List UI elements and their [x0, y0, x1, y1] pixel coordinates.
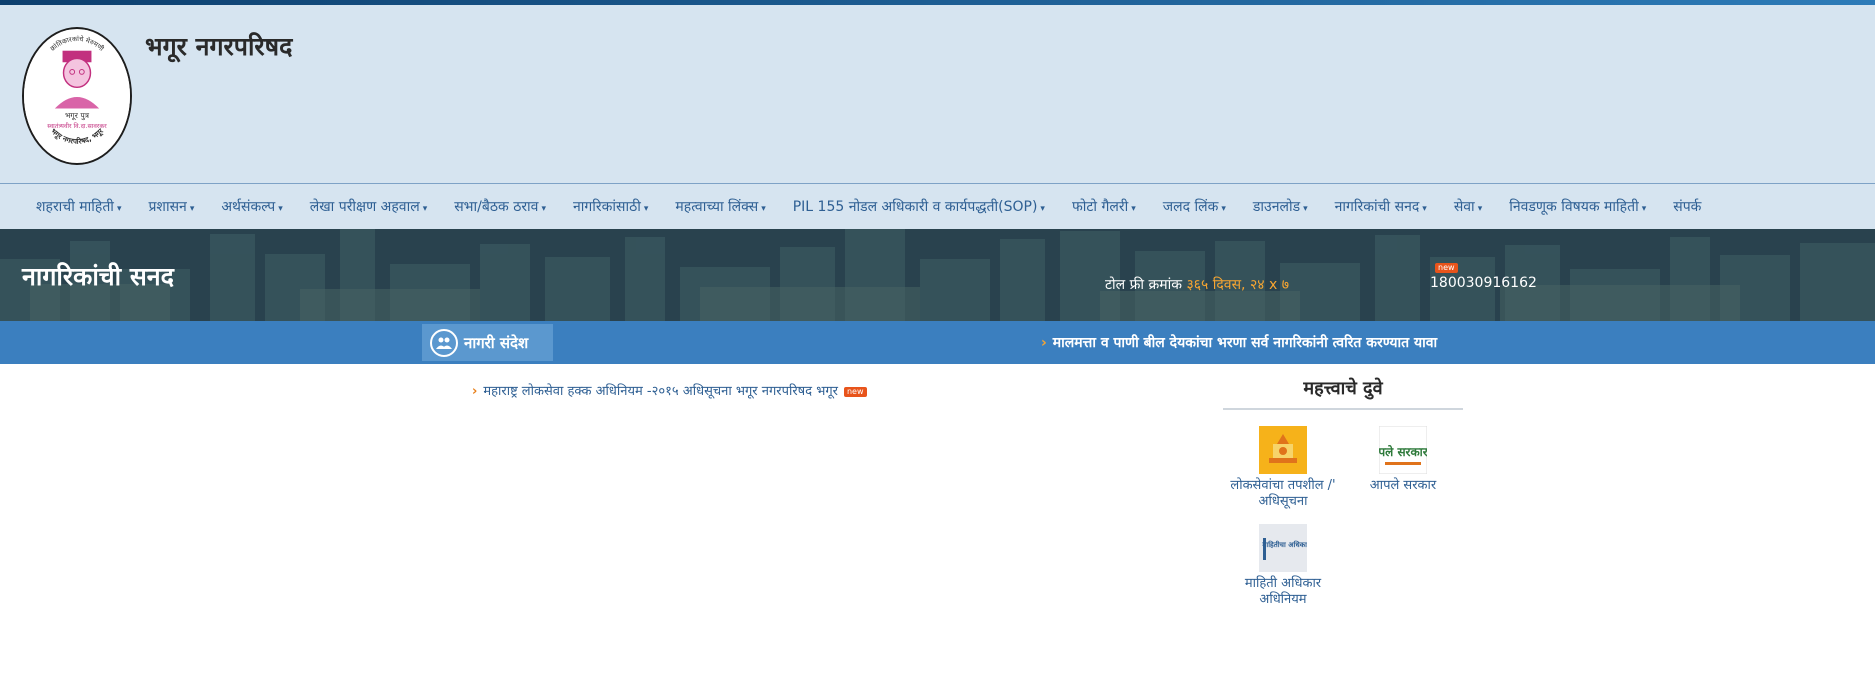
caret-down-icon: ▾	[1040, 204, 1045, 214]
caret-down-icon: ▾	[422, 204, 428, 214]
caret-down-icon: ▾	[1422, 204, 1427, 214]
nav-item[interactable]: संपर्क	[1673, 197, 1701, 216]
nav-item-label: फोटो गैलरी	[1071, 199, 1129, 215]
tollfree-phone-number[interactable]: 180030916162	[1430, 275, 1537, 291]
new-badge: new	[1435, 263, 1458, 273]
ticker-label: नागरी संदेश	[464, 333, 529, 352]
users-icon	[430, 328, 458, 357]
important-link-label: माहिती अधिकार अधिनियम	[1244, 576, 1322, 607]
nav-item-label: प्रशासन	[148, 199, 187, 215]
nav-item[interactable]: जलद लिंक ▾	[1163, 197, 1226, 216]
tollfree-label: टोल फ्री क्रमांक	[1105, 277, 1182, 293]
svg-text:स्वातंत्र्यवीर वि.दा.सावरकर: स्वातंत्र्यवीर वि.दा.सावरकर	[47, 122, 107, 130]
main-content: › महाराष्ट्र लोकसेवा हक्क अधिनियम -२०१५ अ…	[0, 364, 1875, 695]
maharashtra-emblem-icon	[1259, 426, 1307, 474]
ticker-message-text: मालमत्ता व पाणी बील देयकांचा भरणा सर्व न…	[1052, 335, 1438, 351]
svg-text:माहितीचा अधिकार: माहितीचा अधिकार	[1261, 540, 1307, 549]
important-link-rti[interactable]: माहितीचा अधिकार माहिती अधिकार अधिनियम	[1223, 524, 1343, 608]
nav-item[interactable]: PIL 155 नोडल अधिकारी व कार्यपद्धती(SOP) ▾	[793, 197, 1045, 216]
nav-item[interactable]: नागरिकांसाठी ▾	[573, 197, 648, 216]
nav-item[interactable]: नागरिकांची सनद ▾	[1335, 197, 1427, 216]
caret-down-icon: ▾	[189, 204, 195, 214]
ticker-message[interactable]: › मालमत्ता व पाणी बील देयकांचा भरणा सर्व …	[1041, 333, 1437, 352]
nav-item[interactable]: फोटो गैलरी ▾	[1072, 197, 1136, 216]
caret-down-icon: ▾	[1131, 204, 1136, 214]
nav-item-label: लेखा परीक्षण अहवाल	[309, 199, 420, 215]
important-link-label: लोकसेवांचा तपशील /' अधिसूचना	[1230, 478, 1336, 509]
caret-down-icon: ▾	[1641, 204, 1647, 214]
important-links-panel: महत्त्वाचे दुवे लोकसेवांचा तपशील /' अधिस…	[1223, 376, 1463, 608]
notice-list-item[interactable]: › महाराष्ट्र लोकसेवा हक्क अधिनियम -२०१५ अ…	[472, 381, 867, 399]
site-header: क्रांतिकारकांचे मेरुमणी भगूर नगरपरिषद, भ…	[0, 5, 1875, 183]
nav-item-label: सभा/बैठक ठराव	[454, 199, 539, 215]
nav-item-label: PIL 155 नोडल अधिकारी व कार्यपद्धती(SOP)	[792, 199, 1038, 215]
page-hero-banner: नागरिकांची सनद टोल फ्री क्रमांक ३६५ दिवस…	[0, 229, 1875, 321]
nav-item-label: अर्थसंकल्प	[221, 199, 276, 215]
important-link-lokseva[interactable]: लोकसेवांचा तपशील /' अधिसूचना	[1223, 426, 1343, 510]
caret-down-icon: ▾	[643, 204, 649, 214]
caret-down-icon: ▾	[1477, 204, 1483, 214]
tollfree-hours: ३६५ दिवस, २४ x ७	[1186, 277, 1289, 293]
caret-down-icon: ▾	[761, 204, 766, 214]
caret-down-icon: ▾	[541, 204, 546, 214]
caret-down-icon: ▾	[1303, 204, 1308, 214]
chevron-right-icon: ›	[1041, 335, 1047, 351]
site-logo[interactable]: क्रांतिकारकांचे मेरुमणी भगूर नगरपरिषद, भ…	[22, 27, 132, 165]
nav-item-label: संपर्क	[1673, 199, 1702, 215]
nav-item[interactable]: सभा/बैठक ठराव ▾	[454, 197, 546, 216]
nav-item[interactable]: सेवा ▾	[1454, 197, 1482, 216]
nav-item-label: नागरिकांची सनद	[1334, 199, 1420, 215]
page-title: नागरिकांची सनद	[22, 262, 174, 291]
nav-item[interactable]: प्रशासन ▾	[148, 197, 194, 216]
nav-item-label: जलद लिंक	[1162, 199, 1219, 215]
ticker-label-box: नागरी संदेश	[422, 324, 553, 361]
svg-text:भगूर पुत्र: भगूर पुत्र	[65, 111, 90, 121]
nav-item[interactable]: महत्वाच्या लिंक्स ▾	[675, 197, 765, 216]
savarkar-emblem-icon: क्रांतिकारकांचे मेरुमणी भगूर नगरपरिषद, भ…	[24, 29, 130, 163]
caret-down-icon: ▾	[1221, 204, 1226, 214]
nav-item[interactable]: डाउनलोड ▾	[1253, 197, 1308, 216]
nav-item-label: डाउनलोड	[1252, 199, 1301, 215]
svg-text:पले सरकार: पले सरकार	[1379, 445, 1427, 459]
nav-item-label: नागरिकांसाठी	[573, 199, 641, 215]
nav-item-label: महत्वाच्या लिंक्स	[675, 199, 759, 215]
tollfree-info: टोल फ्री क्रमांक ३६५ दिवस, २४ x ७	[1105, 275, 1289, 294]
notice-link[interactable]: महाराष्ट्र लोकसेवा हक्क अधिनियम -२०१५ अध…	[483, 384, 838, 399]
aaple-sarkar-icon: पले सरकार	[1379, 426, 1427, 474]
new-badge: new	[843, 386, 867, 397]
chevron-right-icon: ›	[472, 384, 478, 399]
main-navigation: शहराची माहिती ▾ प्रशासन ▾ अर्थसंकल्प ▾ लेखा पर…	[0, 183, 1875, 229]
rti-icon: माहितीचा अधिकार	[1259, 524, 1307, 572]
city-skyline-background	[0, 229, 1875, 321]
caret-down-icon: ▾	[278, 204, 283, 214]
nav-item[interactable]: अर्थसंकल्प ▾	[221, 197, 282, 216]
site-title[interactable]: भगूर नगरपरिषद	[145, 29, 292, 63]
nav-item[interactable]: निवडणूक विषयक माहिती ▾	[1509, 197, 1646, 216]
nav-item[interactable]: लेखा परीक्षण अहवाल ▾	[310, 197, 428, 216]
important-link-label: आपले सरकार	[1369, 478, 1437, 493]
nav-item-label: सेवा	[1453, 199, 1475, 215]
nav-item[interactable]: शहराची माहिती ▾	[36, 197, 121, 216]
caret-down-icon: ▾	[116, 204, 122, 214]
news-ticker: नागरी संदेश › मालमत्ता व पाणी बील देयकांच…	[0, 321, 1875, 364]
important-links-title: महत्त्वाचे दुवे	[1223, 376, 1463, 410]
nav-item-label: निवडणूक विषयक माहिती	[1509, 199, 1639, 215]
important-link-aaple-sarkar[interactable]: पले सरकार आपले सरकार	[1343, 426, 1463, 510]
nav-item-label: शहराची माहिती	[36, 199, 114, 215]
